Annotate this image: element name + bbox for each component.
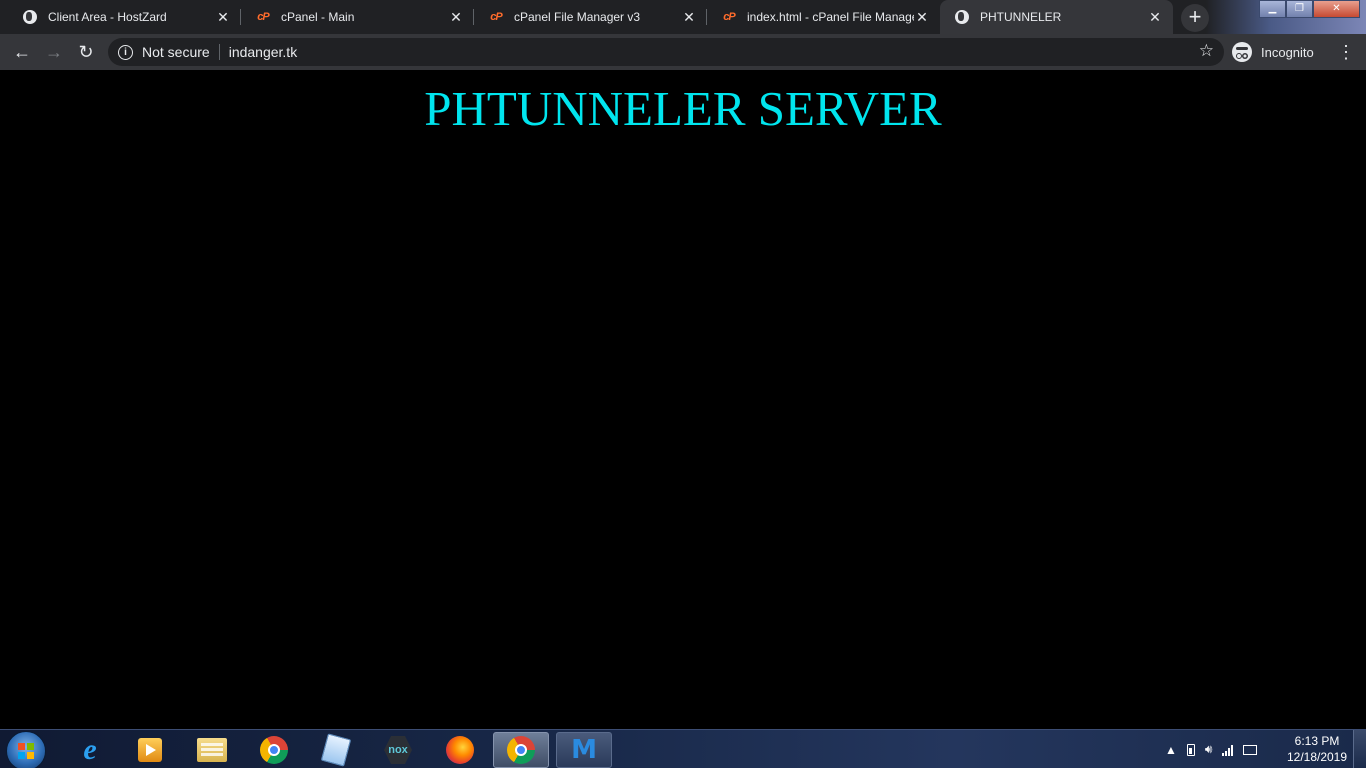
tab-close-icon[interactable]: ✕ [448,9,464,25]
file-explorer-taskbar-button[interactable] [184,732,240,768]
url-text[interactable]: indanger.tk [229,44,298,60]
notepad-icon [320,733,352,767]
internet-explorer-taskbar-button[interactable]: e [62,732,118,768]
show-desktop-button[interactable] [1353,730,1366,768]
incognito-label: Incognito [1261,44,1314,60]
info-icon[interactable]: i [118,44,133,60]
tab-close-icon[interactable]: ✕ [215,9,231,25]
cpanel-icon: cP [723,11,736,23]
chrome-active-taskbar-button[interactable] [493,732,549,768]
new-tab-button[interactable]: + [1181,4,1209,32]
page-heading: PHTUNNELER SERVER [424,81,942,136]
media-player-taskbar-button[interactable] [122,732,178,768]
tab-title: PHTUNNELER [980,10,1062,24]
tab-title: cPanel File Manager v3 [514,10,641,24]
notepad-taskbar-button[interactable] [308,732,364,768]
cpanel-icon: cP [257,11,270,23]
tab-index-html[interactable]: cP index.html - cPanel File Manager ✕ [707,0,940,34]
tab-cpanel-file-manager[interactable]: cP cPanel File Manager v3 ✕ [474,0,707,34]
incognito-indicator[interactable]: Incognito [1232,39,1314,65]
tab-close-icon[interactable]: ✕ [681,9,697,25]
globe-icon [954,9,970,25]
taskbar-clock[interactable]: 6:13 PM 12/18/2019 [1282,733,1352,765]
chrome-icon [260,736,288,764]
malwarebytes-taskbar-button[interactable]: M [556,732,612,768]
firefox-icon [446,736,474,764]
internet-explorer-icon: e [83,733,97,766]
folder-icon [197,738,227,762]
close-window-button[interactable]: ✕ [1313,0,1360,18]
battery-icon[interactable] [1186,743,1195,756]
tab-title: cPanel - Main [281,10,355,24]
media-player-icon [138,738,162,762]
menu-icon[interactable]: ⋮ [1337,41,1355,63]
window-controls: ▁ ❐ ✕ [1259,0,1360,18]
nox-icon: nox [384,736,412,764]
forward-arrow-icon[interactable]: → [42,40,66,64]
omnibox-divider [218,44,220,60]
screen: Client Area - HostZard ✕ cP cPanel - Mai… [0,0,1366,768]
tab-close-icon[interactable]: ✕ [1147,9,1163,25]
nox-taskbar-button[interactable]: nox [370,732,426,768]
maximize-button[interactable]: ❐ [1286,0,1313,18]
tab-phtunneler[interactable]: PHTUNNELER ✕ [940,0,1173,34]
back-arrow-icon[interactable]: ← [10,40,34,64]
volume-icon[interactable]: 🔊︎ [1205,742,1213,757]
minimize-button[interactable]: ▁ [1259,0,1286,18]
cpanel-icon: cP [490,11,503,23]
tab-close-icon[interactable]: ✕ [914,9,930,25]
page-content: PHTUNNELER SERVER [0,70,1366,729]
malwarebytes-icon: M [571,735,597,765]
tab-strip: Client Area - HostZard ✕ cP cPanel - Mai… [0,0,1366,34]
taskbar: e nox M ▲ 🔊︎ 6:13 PM 12/18/2019 [0,729,1366,768]
system-tray: ▲ 🔊︎ [1160,730,1262,768]
security-label[interactable]: Not secure [142,44,210,60]
show-hidden-icons-icon[interactable]: ▲ [1165,743,1177,757]
signal-icon[interactable] [1222,744,1234,756]
browser-toolbar: ← → ↻ i Not secure indanger.tk ☆ Incogni… [0,34,1366,70]
tab-cpanel-main[interactable]: cP cPanel - Main ✕ [241,0,474,34]
clock-time: 6:13 PM [1294,734,1340,748]
bookmark-star-icon[interactable]: ☆ [1199,41,1214,61]
tab-title: Client Area - HostZard [48,10,167,24]
tab-client-area[interactable]: Client Area - HostZard ✕ [8,0,241,34]
address-bar[interactable]: i Not secure indanger.tk ☆ [108,38,1224,66]
incognito-icon [1232,42,1252,62]
chrome-icon [507,736,535,764]
globe-icon [22,9,38,25]
tab-title: index.html - cPanel File Manager [747,10,914,24]
chrome-pinned-taskbar-button[interactable] [246,732,302,768]
reload-icon[interactable]: ↻ [74,40,98,64]
clock-date: 12/18/2019 [1286,750,1348,764]
network-icon[interactable] [1243,744,1258,755]
firefox-taskbar-button[interactable] [432,732,488,768]
start-button[interactable] [6,731,46,768]
